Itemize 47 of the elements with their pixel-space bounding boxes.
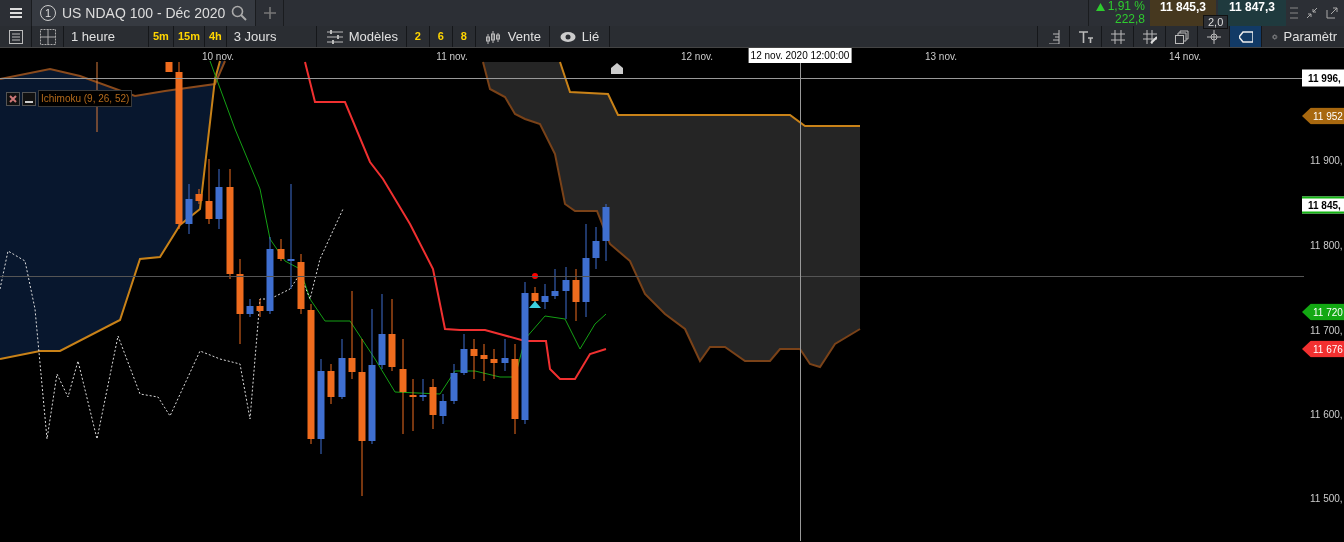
popout-icon — [1326, 7, 1338, 19]
layout-grid-icon — [39, 28, 56, 45]
price-tag: 11 845, — [1302, 196, 1344, 214]
plus-icon — [263, 7, 276, 19]
change-percent: 1,91 % — [1107, 0, 1145, 13]
up-triangle-icon — [1095, 2, 1105, 11]
date-label: 13 nov. — [924, 50, 958, 64]
menu-icon — [9, 8, 22, 18]
change-points: 222,8 — [1113, 13, 1145, 26]
text-size-icon — [1078, 29, 1093, 44]
crosshair-icon — [1206, 29, 1221, 44]
price-label: 11 800, — [1310, 238, 1343, 253]
list-icon — [1290, 6, 1298, 20]
candlestick-icon — [485, 29, 502, 44]
close-icon — [9, 94, 17, 103]
tag-icon — [1238, 29, 1253, 44]
indicator-label: Ichimoku (9, 26, 52) — [38, 90, 133, 107]
collapse-icon — [1306, 7, 1318, 19]
date-label: 14 nov. — [1168, 50, 1202, 64]
ruler-icon — [1046, 29, 1061, 44]
chart-tab[interactable]: 1 US NDAQ 100 - Déc 2020 — [32, 0, 257, 26]
date-label: 10 nov. — [201, 50, 235, 64]
search-icon — [231, 5, 248, 21]
minimize-icon — [25, 100, 33, 103]
grid-pencil-icon — [1142, 29, 1157, 44]
price-tag: 11 676 — [1302, 340, 1344, 358]
up-triangle-marker — [529, 301, 541, 308]
eye-icon — [559, 30, 576, 43]
price-tag: 11 952 — [1302, 107, 1344, 125]
price-label: 11 700, — [1310, 323, 1343, 338]
grid-icon — [1110, 29, 1125, 44]
windows-icon — [1174, 29, 1189, 44]
date-label: 11 nov. — [436, 50, 468, 64]
crosshair-date-label: 12 nov. 2020 12:00:00 — [748, 48, 852, 63]
sliders-icon — [326, 29, 343, 44]
spread-value: 2,0 — [1203, 15, 1229, 29]
tab-title: US NDAQ 100 - Déc 2020 — [62, 3, 226, 23]
price-label: 11 900, — [1310, 153, 1343, 168]
date-label: 12 nov. — [680, 50, 714, 64]
list-icon — [8, 29, 23, 44]
signal-dot — [532, 273, 538, 279]
price-label: 11 500, — [1310, 491, 1343, 506]
house-marker-icon — [611, 63, 623, 74]
price-tag: 11 996, — [1302, 69, 1344, 87]
toolbar-button[interactable] — [1230, 26, 1262, 47]
price-tag: 11 720 — [1302, 303, 1344, 321]
price-label: 11 600, — [1310, 407, 1343, 422]
